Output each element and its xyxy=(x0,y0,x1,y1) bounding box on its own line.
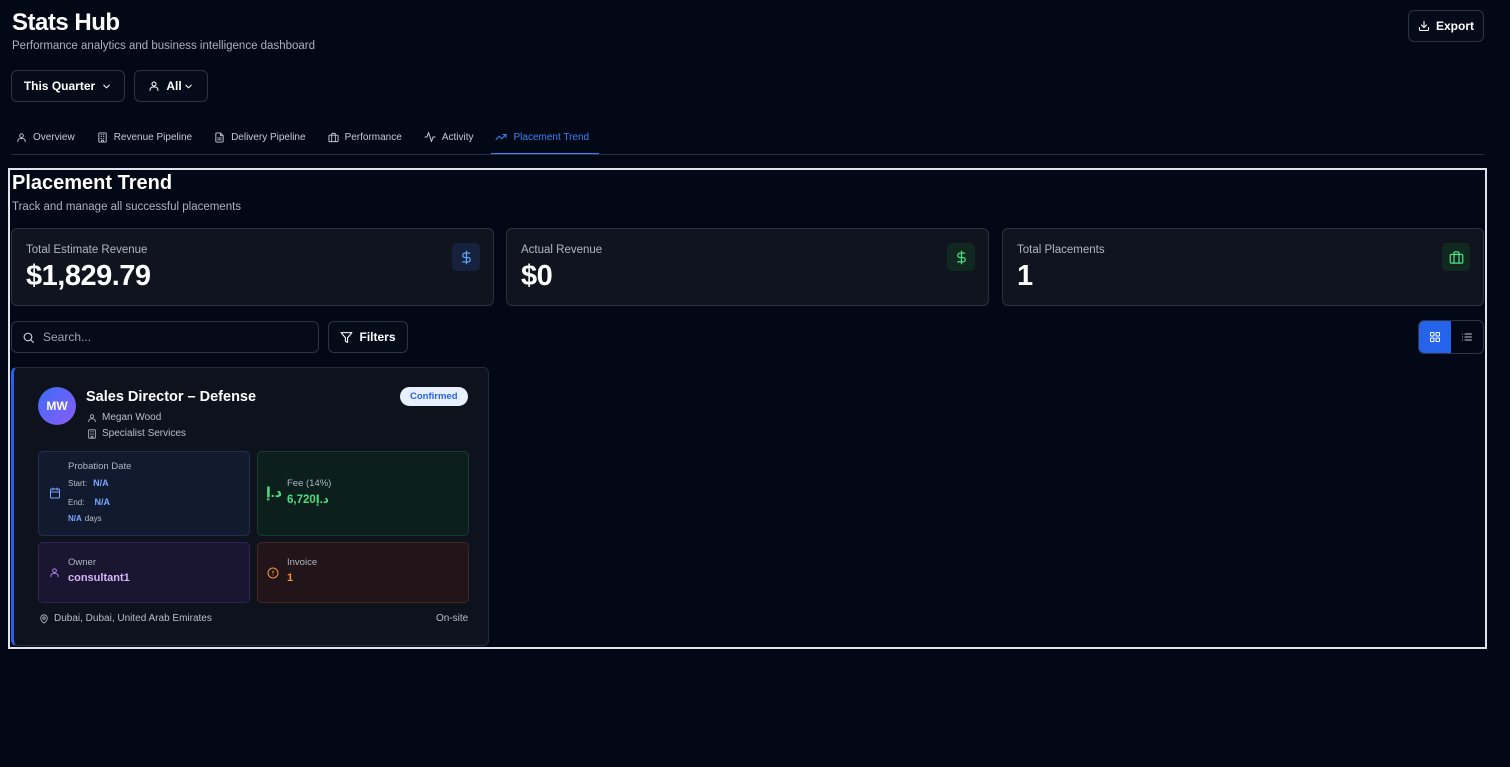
user-icon xyxy=(16,132,27,143)
view-toggle xyxy=(1418,320,1484,354)
stat-card-estimate-revenue: Total Estimate Revenue $1,829.79 xyxy=(11,228,494,306)
stat-label: Total Placements xyxy=(1017,244,1105,256)
activity-icon xyxy=(424,131,436,143)
user-icon xyxy=(148,80,160,92)
filters-button[interactable]: Filters xyxy=(328,321,408,353)
document-icon xyxy=(214,131,225,143)
map-pin-icon xyxy=(39,614,49,624)
location-row: Dubai, Dubai, United Arab Emirates xyxy=(39,613,212,624)
probation-start: Start: N/A xyxy=(68,478,109,488)
list-icon xyxy=(1461,331,1473,343)
page-title: Stats Hub xyxy=(12,9,120,36)
export-label: Export xyxy=(1435,19,1474,33)
briefcase-icon xyxy=(1442,243,1470,271)
filter-icon xyxy=(340,331,353,344)
days-value: N/A xyxy=(68,514,82,523)
probation-days: N/A days xyxy=(68,514,102,523)
user-icon xyxy=(49,567,60,578)
stat-value: $0 xyxy=(521,260,553,292)
probation-tile: Probation Date Start: N/A End: N/A N/A d… xyxy=(38,451,250,536)
chevron-down-icon xyxy=(101,81,112,92)
briefcase-icon xyxy=(328,132,339,143)
info-icon xyxy=(267,567,279,579)
search-icon xyxy=(22,331,35,344)
tab-label: Delivery Pipeline xyxy=(231,131,306,143)
owner-value: consultant1 xyxy=(68,572,130,584)
download-icon xyxy=(1418,20,1430,32)
tab-label: Activity xyxy=(441,131,474,143)
period-dropdown[interactable]: This Quarter xyxy=(11,70,125,102)
end-value: N/A xyxy=(94,497,110,507)
invoice-label: Invoice xyxy=(287,557,318,568)
invoice-tile: Invoice 1 xyxy=(257,542,469,603)
tab-delivery-pipeline[interactable]: Delivery Pipeline xyxy=(210,120,315,154)
stat-label: Actual Revenue xyxy=(521,244,603,256)
tab-label: Revenue Pipeline xyxy=(113,131,193,143)
work-mode: On-site xyxy=(436,613,469,624)
tab-placement-trend[interactable]: Placement Trend xyxy=(491,120,599,154)
list-view-button[interactable] xyxy=(1451,321,1483,353)
candidate-row: Megan Wood xyxy=(87,412,161,423)
filters-label: Filters xyxy=(359,330,396,344)
tab-activity[interactable]: Activity xyxy=(420,120,484,154)
days-label: days xyxy=(84,514,102,523)
period-label: This Quarter xyxy=(23,79,96,93)
tab-performance[interactable]: Performance xyxy=(324,120,412,154)
avatar: MW xyxy=(38,387,76,425)
export-button[interactable]: Export xyxy=(1408,10,1484,42)
building-icon xyxy=(97,131,108,143)
user-icon xyxy=(87,413,97,423)
job-title: Sales Director – Defense xyxy=(86,389,257,405)
tab-label: Overview xyxy=(33,131,75,143)
stat-value: $1,829.79 xyxy=(26,260,151,292)
start-label: Start: xyxy=(68,478,88,488)
candidate-name: Megan Wood xyxy=(102,412,162,423)
owner-label: Owner xyxy=(68,557,96,568)
page-subtitle: Performance analytics and business intel… xyxy=(12,40,316,52)
search-box xyxy=(11,321,319,353)
scope-label: All xyxy=(166,79,182,93)
probation-end: End: N/A xyxy=(68,497,110,507)
stat-card-total-placements: Total Placements 1 xyxy=(1002,228,1484,306)
owner-tile: Owner consultant1 xyxy=(38,542,250,603)
stat-label: Total Estimate Revenue xyxy=(26,244,148,256)
tabs-divider xyxy=(11,154,1484,155)
section-subtitle: Track and manage all successful placemen… xyxy=(12,201,242,213)
grid-icon xyxy=(1429,331,1441,343)
grid-view-button[interactable] xyxy=(1419,321,1451,353)
tab-label: Performance xyxy=(344,131,402,143)
trending-up-icon xyxy=(495,131,507,143)
stat-value: 1 xyxy=(1017,260,1033,292)
company-row: Specialist Services xyxy=(87,428,186,439)
scope-dropdown[interactable]: All xyxy=(134,70,208,102)
tab-revenue-pipeline[interactable]: Revenue Pipeline xyxy=(93,120,202,154)
tab-bar: Overview Revenue Pipeline Delivery Pipel… xyxy=(12,120,599,154)
invoice-value: 1 xyxy=(287,572,294,584)
location-text: Dubai, Dubai, United Arab Emirates xyxy=(54,613,212,624)
calendar-icon xyxy=(49,487,61,499)
chevron-down-icon xyxy=(183,81,194,92)
building-icon xyxy=(87,428,97,439)
company-name: Specialist Services xyxy=(102,428,186,439)
section-title: Placement Trend xyxy=(12,172,173,194)
start-value: N/A xyxy=(93,478,109,488)
tab-overview[interactable]: Overview xyxy=(12,120,85,154)
fee-label: Fee (14%) xyxy=(287,478,332,489)
dollar-icon xyxy=(452,243,480,271)
probation-label: Probation Date xyxy=(68,461,132,472)
end-label: End: xyxy=(68,497,85,507)
tab-label: Placement Trend xyxy=(513,131,590,143)
status-badge: Confirmed xyxy=(400,387,468,406)
fee-tile: د.إ Fee (14%) 6,720د.إ xyxy=(257,451,469,536)
dollar-icon xyxy=(947,243,975,271)
search-input[interactable] xyxy=(43,330,303,344)
fee-value: 6,720د.إ xyxy=(287,494,329,506)
stat-card-actual-revenue: Actual Revenue $0 xyxy=(506,228,989,306)
currency-icon: د.إ xyxy=(266,484,282,500)
